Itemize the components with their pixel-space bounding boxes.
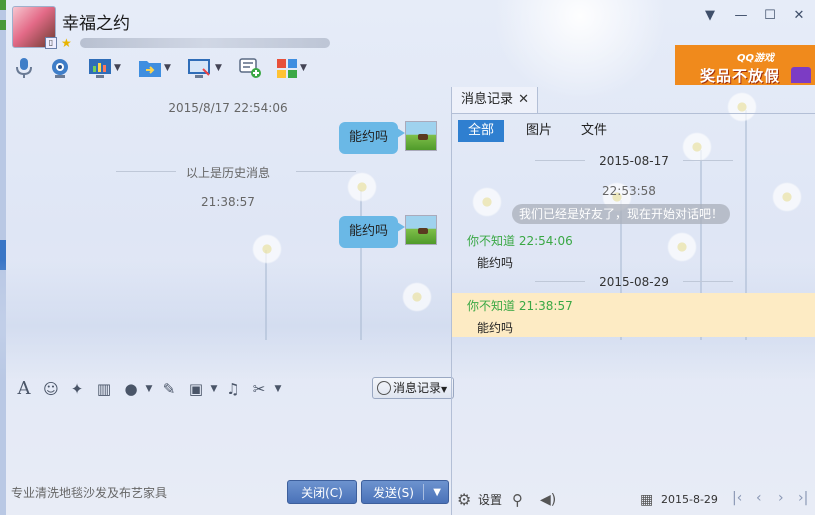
gear-icon[interactable]: ⚙	[457, 490, 471, 510]
ad-brand: QQ游戏	[737, 53, 775, 64]
filter-images[interactable]: 图片	[516, 120, 562, 142]
chevron-down-icon[interactable]: ▼	[164, 63, 171, 73]
qq-game-ad[interactable]: QQ游戏 奖品不放假	[675, 45, 815, 85]
contact-signature	[80, 38, 330, 48]
microphone-icon	[16, 58, 32, 78]
history-time: 22:53:58	[602, 184, 656, 198]
history-message-text: 能约吗	[477, 256, 514, 270]
history-date: 2015-08-29	[599, 275, 669, 289]
chevron-down-icon[interactable]: ▼	[300, 63, 307, 73]
music-icon[interactable]: ♫	[223, 379, 243, 399]
history-message-text: 能约吗	[477, 321, 514, 335]
shake-icon[interactable]: ▥	[94, 379, 114, 399]
folder-arrow-icon	[139, 61, 161, 77]
chevron-down-icon[interactable]: ▼	[268, 379, 288, 399]
sender-avatar[interactable]	[405, 215, 437, 245]
close-icon[interactable]: ✕	[518, 87, 529, 113]
remote-desktop-button[interactable]: ▼	[88, 57, 121, 79]
font-icon[interactable]: A	[14, 379, 34, 399]
message-input[interactable]	[6, 404, 450, 476]
contact-avatar[interactable]: ▯	[12, 6, 57, 49]
history-sender: 你不知道 22:54:06	[467, 234, 573, 248]
send-label: 发送(S)	[373, 486, 414, 500]
video-call-button[interactable]	[49, 57, 71, 79]
history-bottom-bar: ⚙ 设置 ⚲ ◀) ▦ 2015-8-29 |‹ ‹ › ›|	[452, 485, 815, 515]
voice-call-button[interactable]	[14, 57, 34, 79]
tab-label: 消息记录	[461, 92, 514, 107]
send-file-button[interactable]: ▼	[138, 57, 171, 79]
mobile-icon: ▯	[45, 37, 57, 49]
apps-button[interactable]: ▼	[276, 57, 307, 79]
contact-nickname: 幸福之约	[62, 14, 130, 34]
history-divider-label: 以上是历史消息	[185, 166, 270, 180]
chevron-down-icon: ▼	[441, 385, 448, 394]
dropdown-menu-icon[interactable]: ▼	[702, 8, 718, 24]
chevron-down-icon[interactable]: ▼	[433, 481, 441, 505]
message-timestamp: 2015/8/17 22:54:06	[168, 101, 288, 115]
history-sender: 你不知道 21:38:57	[467, 299, 573, 313]
star-icon[interactable]: ★	[61, 36, 72, 50]
close-icon[interactable]: ✕	[791, 8, 807, 24]
history-date-separator: 2015-08-29	[452, 275, 815, 289]
sender-avatar[interactable]	[405, 121, 437, 151]
message-area: 2015/8/17 22:54:06 能约吗 以上是历史消息 21:38:57 …	[6, 87, 450, 372]
house-icon	[791, 67, 811, 83]
apps-grid-icon	[277, 59, 297, 78]
message-history-label: 消息记录	[393, 381, 442, 395]
chevron-down-icon[interactable]: ▼	[204, 379, 224, 399]
webcam-icon	[52, 59, 68, 78]
background-sunlight	[490, 0, 670, 100]
system-message: 我们已经是好友了，现在开始对话吧！	[512, 204, 730, 224]
chevron-down-icon[interactable]: ▼	[139, 379, 159, 399]
create-discussion-button[interactable]	[239, 57, 263, 79]
text-ad-link[interactable]: 专业清洗地毯沙发及布艺家具	[11, 484, 167, 501]
first-page-icon[interactable]: |‹	[732, 490, 742, 506]
chat-window: ▯ 幸福之约 ★ ▼ — ☐ ✕ ▼ ▼ ▼ ▼ QQ游戏 奖品不放假 2015…	[0, 0, 815, 515]
previous-page-icon[interactable]: ‹	[756, 490, 762, 506]
history-date: 2015-08-17	[599, 154, 669, 168]
minimize-icon[interactable]: —	[733, 8, 749, 24]
next-page-icon[interactable]: ›	[778, 490, 784, 506]
screen-share-button[interactable]: ▼	[187, 57, 222, 79]
message-history-panel: 消息记录 ✕ 全部 图片 文件 2015-08-17 22:53:58 我们已经…	[451, 87, 815, 515]
chat-plus-icon	[239, 58, 261, 78]
search-icon[interactable]: ⚲	[512, 490, 523, 510]
speaker-icon[interactable]: ◀)	[540, 490, 556, 510]
screen-chart-icon	[89, 59, 111, 78]
voice-message-icon[interactable]: ●	[121, 379, 141, 399]
close-button[interactable]: 关闭(C)	[287, 480, 357, 504]
message-bubble[interactable]: 能约吗	[339, 122, 406, 154]
message-bubble[interactable]: 能约吗	[339, 216, 406, 248]
emoji-icon[interactable]: ☺	[41, 379, 61, 399]
message-timestamp: 21:38:57	[201, 195, 255, 209]
scissors-icon[interactable]: ✂	[249, 379, 269, 399]
tab-message-history[interactable]: 消息记录 ✕	[452, 87, 538, 113]
ad-slogan: 奖品不放假	[700, 67, 781, 85]
message-history-button[interactable]: 消息记录▼	[372, 377, 454, 399]
monitor-arrow-icon	[188, 59, 210, 78]
calendar-icon[interactable]: ▦	[640, 490, 653, 510]
history-date-separator: 2015-08-17	[452, 154, 815, 168]
maximize-icon[interactable]: ☐	[762, 8, 778, 24]
settings-label[interactable]: 设置	[478, 490, 502, 510]
last-page-icon[interactable]: ›|	[798, 490, 808, 506]
send-button[interactable]: 发送(S) ▼	[361, 480, 449, 504]
filter-files[interactable]: 文件	[571, 120, 617, 142]
magic-wand-icon[interactable]: ✦	[67, 379, 87, 399]
history-date-picker[interactable]: 2015-8-29	[661, 490, 718, 510]
image-icon[interactable]: ▣	[186, 379, 206, 399]
chevron-down-icon[interactable]: ▼	[215, 63, 222, 73]
edit-icon[interactable]: ✎	[159, 379, 179, 399]
clock-icon	[377, 381, 391, 395]
filter-all[interactable]: 全部	[458, 120, 505, 142]
chevron-down-icon[interactable]: ▼	[114, 63, 121, 73]
input-toolbar: A ☺ ✦ ▥ ● ▼ ✎ ▣ ▼ ♫ ✂ ▼ 消息记录▼	[6, 374, 454, 404]
